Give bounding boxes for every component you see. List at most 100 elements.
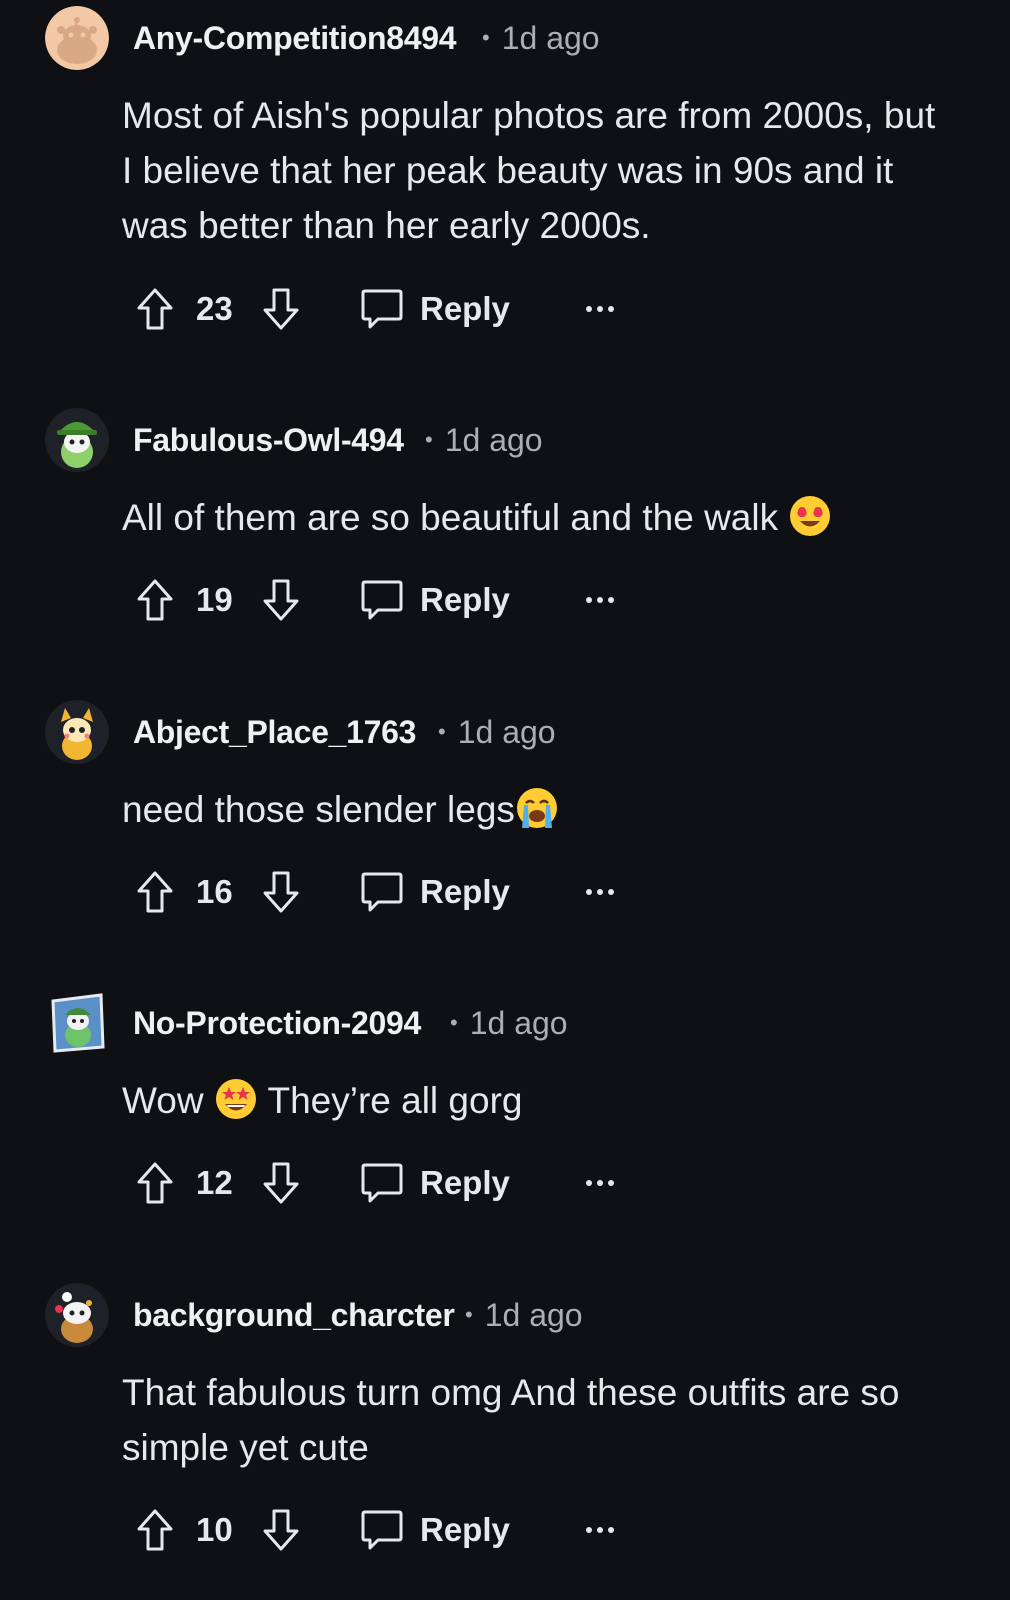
downvote-arrow-icon [263, 871, 299, 913]
time-label: 1d ago [457, 714, 556, 750]
more-options-button[interactable] [580, 862, 620, 922]
upvote-button[interactable] [130, 279, 180, 339]
time-label: 1d ago [501, 20, 600, 56]
reply-button[interactable]: Reply [360, 279, 510, 339]
downvote-button[interactable] [256, 1153, 306, 1213]
more-options-button[interactable] [580, 279, 620, 339]
reply-label: Reply [420, 873, 510, 910]
upvote-arrow-icon [137, 1162, 173, 1204]
upvote-arrow-icon [137, 579, 173, 621]
timestamp: • 1d ago [425, 422, 543, 459]
timestamp: • 1d ago [450, 1005, 568, 1042]
reply-label: Reply [420, 1511, 510, 1548]
meta-separator: • [482, 24, 490, 50]
comment-actions: 16 Reply [130, 862, 650, 922]
comment-body: All of them are so beautiful and the wal… [122, 490, 952, 545]
heart-eyes-emoji [788, 494, 832, 538]
vote-score: 23 [196, 290, 233, 327]
upvote-arrow-icon [137, 288, 173, 330]
loudly-crying-emoji [515, 786, 559, 830]
comment: No-Protection-2094 • 1d ago Wow They’re a… [0, 983, 990, 1243]
comment: Abject_Place_1763 • 1d ago need those sle… [0, 692, 990, 952]
username[interactable]: Any-Competition8494 [133, 20, 457, 57]
comment-thread: Any-Competition8494 • 1d ago Most of Aish… [0, 0, 990, 1568]
speech-bubble-icon [361, 872, 403, 912]
comment-body: Most of Aish's popular photos are from 2… [122, 95, 936, 246]
username[interactable]: No-Protection-2094 [133, 1005, 421, 1042]
more-options-button[interactable] [580, 1153, 620, 1213]
avatar[interactable] [45, 408, 109, 472]
more-dots-icon [586, 1180, 614, 1186]
comment: background_charcter • 1d ago That fabulou… [0, 1275, 990, 1568]
upvote-arrow-icon [137, 1509, 173, 1551]
downvote-arrow-icon [263, 288, 299, 330]
speech-bubble-icon [361, 1163, 403, 1203]
vote-score: 10 [196, 1511, 233, 1548]
avatar[interactable] [45, 1283, 109, 1347]
comment-actions: 10 Reply [130, 1500, 650, 1560]
comment-body: That fabulous turn omg And these outfits… [122, 1372, 900, 1468]
more-dots-icon [586, 1527, 614, 1533]
comment-text-end: They’re all gorg [267, 1080, 523, 1121]
reply-button[interactable]: Reply [360, 570, 510, 630]
comment: Fabulous-Owl-494 • 1d ago All of them are… [0, 400, 990, 660]
comment-text-start: Wow [122, 1080, 204, 1121]
avatar[interactable] [45, 991, 109, 1055]
time-label: 1d ago [469, 1005, 568, 1041]
comment-text: All of them are so beautiful and the wal… [122, 497, 779, 538]
more-dots-icon [586, 889, 614, 895]
reply-button[interactable]: Reply [360, 1500, 510, 1560]
more-dots-icon [586, 306, 614, 312]
avatar[interactable] [45, 6, 109, 70]
upvote-button[interactable] [130, 1500, 180, 1560]
comment-header: background_charcter • 1d ago [0, 1275, 990, 1347]
vote-score: 16 [196, 873, 233, 910]
reply-button[interactable]: Reply [360, 862, 510, 922]
comment-actions: 23 Reply [130, 279, 650, 339]
comment: Any-Competition8494 • 1d ago Most of Aish… [0, 0, 990, 360]
time-label: 1d ago [484, 1297, 583, 1333]
comment-header: Any-Competition8494 • 1d ago [0, 0, 990, 70]
timestamp: • 1d ago [465, 1297, 583, 1334]
reply-label: Reply [420, 1164, 510, 1201]
comment-header: Abject_Place_1763 • 1d ago [0, 692, 990, 764]
upvote-button[interactable] [130, 570, 180, 630]
meta-separator: • [450, 1009, 458, 1035]
comment-header: Fabulous-Owl-494 • 1d ago [0, 400, 990, 472]
reply-label: Reply [420, 290, 510, 327]
upvote-button[interactable] [130, 862, 180, 922]
timestamp: • 1d ago [482, 20, 600, 57]
comment-actions: 19 Reply [130, 570, 650, 630]
speech-bubble-icon [361, 1510, 403, 1550]
vote-score: 12 [196, 1164, 233, 1201]
comment-header: No-Protection-2094 • 1d ago [0, 983, 990, 1053]
downvote-arrow-icon [263, 579, 299, 621]
meta-separator: • [438, 718, 446, 744]
upvote-arrow-icon [137, 871, 173, 913]
timestamp: • 1d ago [438, 714, 556, 751]
vote-score: 19 [196, 581, 233, 618]
username[interactable]: background_charcter [133, 1297, 455, 1334]
downvote-button[interactable] [256, 1500, 306, 1560]
comment-body: Wow They’re all gorg [122, 1073, 952, 1128]
downvote-button[interactable] [256, 570, 306, 630]
comment-text: need those slender legs [122, 789, 515, 830]
reply-button[interactable]: Reply [360, 1153, 510, 1213]
avatar[interactable] [45, 700, 109, 764]
speech-bubble-icon [361, 580, 403, 620]
more-options-button[interactable] [580, 570, 620, 630]
comment-body: need those slender legs [122, 782, 952, 837]
downvote-arrow-icon [263, 1509, 299, 1551]
more-options-button[interactable] [580, 1500, 620, 1560]
downvote-button[interactable] [256, 279, 306, 339]
comment-actions: 12 Reply [130, 1153, 650, 1213]
downvote-button[interactable] [256, 862, 306, 922]
reply-label: Reply [420, 581, 510, 618]
username[interactable]: Abject_Place_1763 [133, 714, 416, 751]
time-label: 1d ago [444, 422, 543, 458]
downvote-arrow-icon [263, 1162, 299, 1204]
username[interactable]: Fabulous-Owl-494 [133, 422, 404, 459]
meta-separator: • [465, 1301, 473, 1327]
meta-separator: • [425, 426, 433, 452]
upvote-button[interactable] [130, 1153, 180, 1213]
